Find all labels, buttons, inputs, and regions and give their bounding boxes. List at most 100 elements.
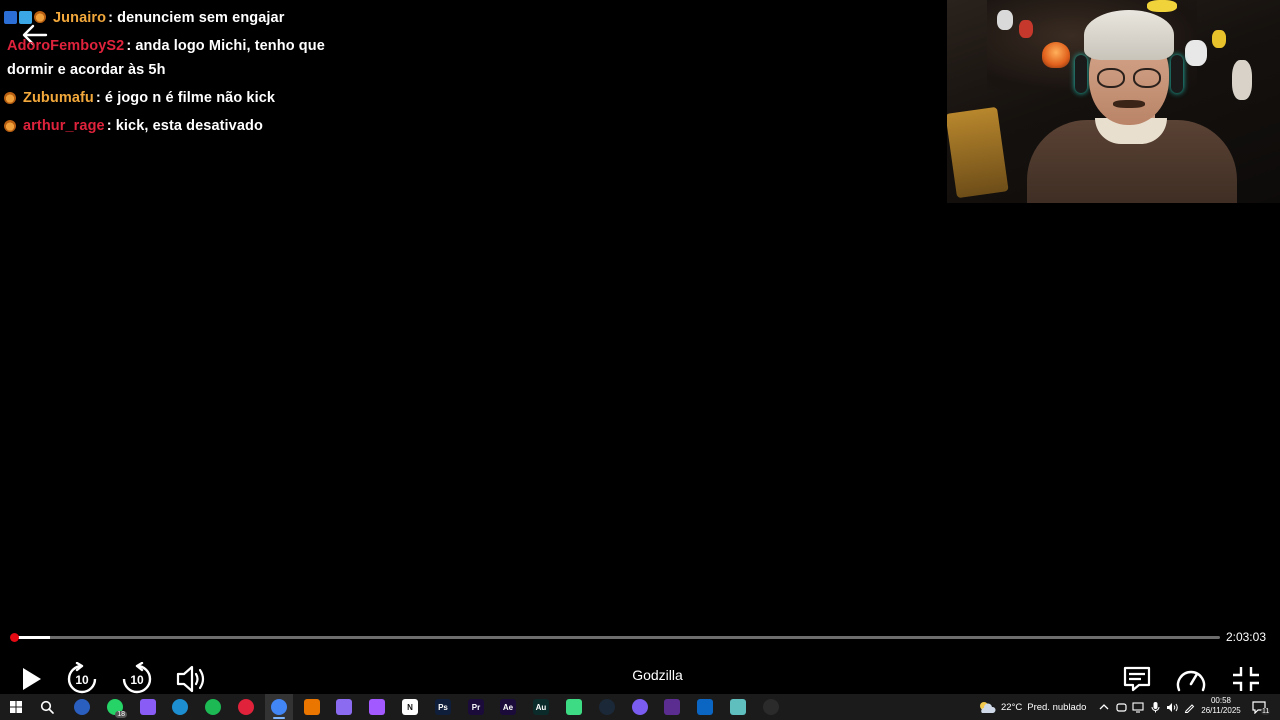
figurine <box>997 10 1013 30</box>
taskbar-app-whatsapp[interactable]: 18 <box>101 694 129 720</box>
chat-username[interactable]: AdoroFemboyS2 <box>7 38 124 54</box>
taskbar-app-after-effects[interactable]: Ae <box>494 694 522 720</box>
weather-temperature: 22°C <box>1001 701 1023 713</box>
chat-username[interactable]: Zubumafu <box>23 90 94 106</box>
speaker-icon[interactable] <box>1165 700 1179 714</box>
chat-message: Zubumafu: é jogo n é filme não kick <box>4 86 344 110</box>
after-effects-icon: Ae <box>500 699 516 715</box>
tray-overflow-chevron-icon[interactable] <box>1097 700 1111 714</box>
subtitles-button[interactable] <box>1120 662 1154 696</box>
taskbar-app-edge[interactable] <box>166 694 194 720</box>
taskbar-clock[interactable]: 00:58 26/11/2025 <box>1196 696 1246 716</box>
figurine <box>1212 30 1226 48</box>
figurine <box>1232 60 1252 100</box>
taskbar-app-obs[interactable] <box>757 694 785 720</box>
taskbar-app-audition[interactable]: Au <box>527 694 555 720</box>
notifications-button[interactable]: 11 <box>1252 694 1271 720</box>
chat-message: Junairo: denunciem sem engajar <box>4 6 344 30</box>
chat-badges <box>4 92 20 104</box>
microphone-icon[interactable] <box>1148 700 1162 714</box>
weather-description: Pred. nublado <box>1027 701 1087 713</box>
taskbar-app-spotify[interactable] <box>199 694 227 720</box>
cat-badge-icon <box>4 92 16 104</box>
lava-lamp <box>1042 42 1070 68</box>
notification-count: 11 <box>1261 707 1271 715</box>
progress-scrubber[interactable] <box>10 633 19 642</box>
playback-speed-button[interactable] <box>1174 662 1208 696</box>
forward-icon: 10 <box>122 662 152 694</box>
taskbar-app-photoshop[interactable]: Ps <box>429 694 457 720</box>
wall-sign <box>947 106 1009 199</box>
cat-badge-icon <box>4 120 16 132</box>
taskbar-app-android-studio[interactable] <box>560 694 588 720</box>
progress-fill <box>14 636 51 639</box>
network-icon[interactable] <box>1131 700 1145 714</box>
clock-time: 00:58 <box>1210 696 1232 705</box>
chat-username[interactable]: arthur_rage <box>23 118 105 134</box>
taskbar-app-visual-studio[interactable] <box>658 694 686 720</box>
taskbar-app-opera[interactable] <box>232 694 260 720</box>
chat-message-text: : kick, esta desativado <box>106 118 263 134</box>
chat-message: arthur_rage: kick, esta desativado <box>4 114 344 138</box>
taskbar-app-crystal[interactable] <box>330 694 358 720</box>
cloudy-weather-icon <box>980 702 996 713</box>
taskbar-app-copilot[interactable] <box>134 694 162 720</box>
search-button[interactable] <box>33 694 61 720</box>
taskbar-app-blender[interactable] <box>298 694 326 720</box>
spotify-icon <box>205 699 221 715</box>
headset-right <box>1171 55 1183 93</box>
cat-badge-icon <box>34 11 46 23</box>
weather-widget[interactable]: 22°C Pred. nublado <box>978 694 1086 720</box>
taskbar-app-premiere[interactable]: Pr <box>462 694 490 720</box>
play-button[interactable] <box>14 662 48 696</box>
opera-icon <box>238 699 254 715</box>
search-icon <box>40 700 54 714</box>
streamer-glasses <box>1097 68 1161 88</box>
pen-icon[interactable] <box>1182 700 1196 714</box>
taskbar-app-notion[interactable]: N <box>396 694 424 720</box>
crystal-icon <box>336 699 352 715</box>
taskbar-app-cursor-app[interactable] <box>724 694 752 720</box>
vs-code-icon <box>697 699 713 715</box>
forward-seconds: 10 <box>130 673 144 687</box>
progress-bar[interactable] <box>10 633 1220 642</box>
android-studio-icon <box>566 699 582 715</box>
windows-taskbar: 18 N Ps Pr Ae Au 22°C Pred. nublado 00:58 26 <box>0 694 1280 720</box>
figurine <box>1147 0 1177 12</box>
chat-overlay: Junairo: denunciem sem engajar AdoroFembo… <box>4 6 344 142</box>
start-button[interactable] <box>2 694 30 720</box>
steam-icon <box>599 699 615 715</box>
chrome-icon <box>271 699 287 715</box>
cursor-app-icon <box>730 699 746 715</box>
edge-icon <box>172 699 188 715</box>
taskbar-app-chrome-canary[interactable] <box>68 694 96 720</box>
streamer-mustache <box>1113 100 1145 108</box>
taskbar-app-figma[interactable] <box>363 694 391 720</box>
notion-icon: N <box>402 699 418 715</box>
exit-fullscreen-button[interactable] <box>1228 662 1264 696</box>
forward-10-button[interactable]: 10 <box>119 662 155 696</box>
volume-button[interactable] <box>174 662 210 696</box>
streamer-beanie <box>1084 10 1174 60</box>
taskbar-app-steam[interactable] <box>593 694 621 720</box>
rewind-10-button[interactable]: 10 <box>64 662 100 696</box>
taskbar-badge: 18 <box>115 711 127 718</box>
blue-badge-icon <box>4 11 17 24</box>
obs-icon <box>763 699 779 715</box>
photoshop-icon: Ps <box>435 699 451 715</box>
tray-app-icon[interactable] <box>1114 700 1128 714</box>
clock-date: 26/11/2025 <box>1201 706 1241 715</box>
volume-icon <box>176 665 205 693</box>
subtitles-icon <box>1123 666 1151 692</box>
taskbar-app-discord-ring[interactable] <box>626 694 654 720</box>
taskbar-app-chrome[interactable] <box>265 694 293 720</box>
speedometer-icon <box>1176 670 1206 692</box>
exit-fullscreen-icon <box>1233 667 1259 691</box>
figurine <box>1019 20 1033 38</box>
chat-username[interactable]: Junairo <box>53 10 106 26</box>
chat-message-text: : denunciem sem engajar <box>108 10 285 26</box>
figma-icon <box>369 699 385 715</box>
system-tray <box>1097 694 1196 720</box>
discord-ring-icon <box>632 699 648 715</box>
taskbar-app-vs-code[interactable] <box>691 694 719 720</box>
